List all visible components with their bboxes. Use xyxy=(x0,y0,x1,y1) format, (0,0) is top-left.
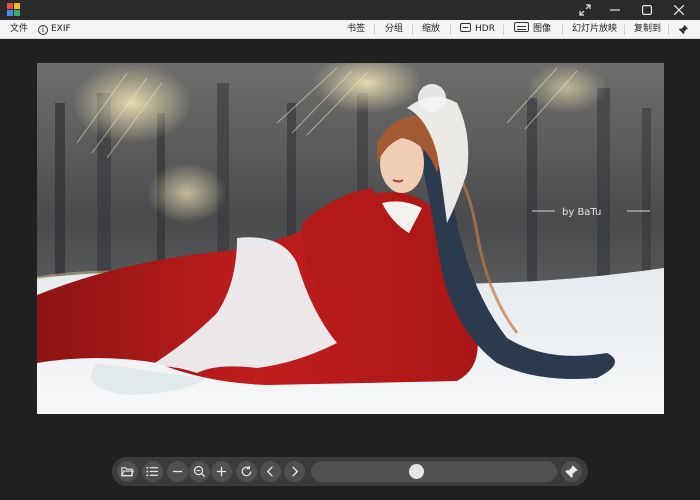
zoom-reset-button[interactable] xyxy=(189,461,210,482)
rotate-icon xyxy=(241,465,252,477)
zoom-minus-button[interactable] xyxy=(167,461,188,482)
minimize-button[interactable] xyxy=(598,0,632,20)
app-logo-icon xyxy=(7,3,21,17)
fullscreen-icon[interactable] xyxy=(568,0,602,20)
chevron-right-icon xyxy=(292,466,299,477)
pin-icon xyxy=(565,465,578,478)
menu-copy-to[interactable]: 复制到 xyxy=(634,20,661,39)
menu-separator xyxy=(412,24,413,35)
image-viewer[interactable]: by BaTu xyxy=(0,40,700,500)
next-image-button[interactable] xyxy=(284,461,305,482)
rotate-button[interactable] xyxy=(236,461,257,482)
bottom-toolbar xyxy=(112,457,588,486)
previous-image-button[interactable] xyxy=(260,461,281,482)
info-icon: i xyxy=(38,25,48,35)
list-icon xyxy=(146,466,159,477)
minus-icon xyxy=(172,470,183,473)
menu-group[interactable]: 分组 xyxy=(385,20,403,39)
pin-toolbar-button[interactable] xyxy=(561,461,582,482)
menu-exif-label: EXIF xyxy=(51,24,71,34)
open-folder-button[interactable] xyxy=(117,461,138,482)
menu-image[interactable]: 图像 xyxy=(514,20,551,39)
zoom-icon xyxy=(193,465,206,478)
menu-hdr-label: HDR xyxy=(475,24,495,34)
menu-separator xyxy=(450,24,451,35)
menu-bookmark[interactable]: 书签 xyxy=(347,20,365,39)
artist-signature: by BaTu xyxy=(562,207,601,218)
hdr-icon xyxy=(460,23,471,32)
menu-hdr[interactable]: HDR xyxy=(460,20,495,39)
menu-image-label: 图像 xyxy=(533,24,552,34)
menu-exif[interactable]: i EXIF xyxy=(38,20,71,39)
menu-separator xyxy=(503,24,504,35)
menu-separator xyxy=(374,24,375,35)
chevron-left-icon xyxy=(266,466,273,477)
menu-separator xyxy=(668,24,669,35)
zoom-plus-button[interactable] xyxy=(211,461,232,482)
image-icon xyxy=(514,22,529,32)
plus-icon xyxy=(216,466,227,477)
maximize-button[interactable] xyxy=(630,0,664,20)
folder-open-icon xyxy=(121,467,134,477)
pin-icon[interactable] xyxy=(678,20,689,39)
menu-separator xyxy=(562,24,563,35)
title-bar xyxy=(0,0,700,20)
menu-slideshow[interactable]: 幻灯片放映 xyxy=(572,20,617,39)
menu-bar: 文件 i EXIF 书签 分组 缩放 HDR 图像 幻灯片放映 复制到 xyxy=(0,20,700,39)
list-button[interactable] xyxy=(142,461,163,482)
menu-file[interactable]: 文件 xyxy=(10,20,28,39)
slider-thumb[interactable] xyxy=(408,464,424,479)
navigation-slider[interactable] xyxy=(311,461,557,482)
menu-separator xyxy=(624,24,625,35)
close-button[interactable] xyxy=(662,0,696,20)
displayed-photo: by BaTu xyxy=(37,63,664,414)
menu-zoom[interactable]: 缩放 xyxy=(422,20,440,39)
